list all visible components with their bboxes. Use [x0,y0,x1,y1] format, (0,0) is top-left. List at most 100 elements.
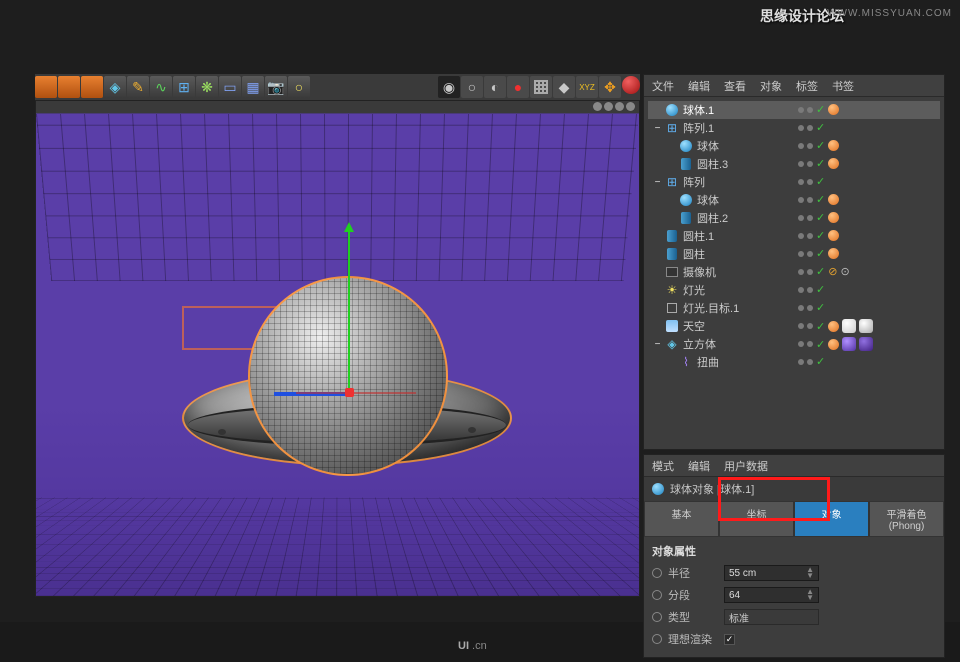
attribute-menu: 模式编辑用户数据 [644,455,944,477]
render-view-icon[interactable]: ◉ [438,76,460,98]
prop-radio-icon[interactable] [652,612,662,622]
viewport-nav-icons[interactable] [593,102,635,111]
tree-row-2[interactable]: 球体✓ [648,137,940,155]
arrows-icon[interactable]: ✥ [599,76,621,98]
bend-icon: ⌇ [679,355,693,369]
tree-toggle-icon[interactable] [652,285,663,296]
tree-toggle-icon[interactable] [652,105,663,116]
tree-row-10[interactable]: ☀灯光✓ [648,281,940,299]
deformer-icon[interactable]: ▭ [219,76,241,98]
plane-icon[interactable]: ▦ [242,76,264,98]
tree-row-0[interactable]: 球体.1 ✓ [648,101,940,119]
tree-item-tags[interactable]: ✓ [798,355,825,368]
timeline2-icon[interactable] [58,76,80,98]
prop-checkbox-3[interactable]: ✓ [724,634,735,645]
record-icon[interactable]: ● [507,76,529,98]
tree-row-1[interactable]: −⊞阵列.1✓ [648,119,940,137]
tree-toggle-icon[interactable] [666,159,677,170]
gizmo-origin[interactable] [345,388,354,397]
tree-item-tags[interactable]: ✓ [798,211,839,224]
objmgr-menu-1[interactable]: 编辑 [688,78,710,94]
perspective-viewport[interactable] [36,114,639,596]
attr-menu-0[interactable]: 模式 [652,458,674,474]
tree-toggle-icon[interactable] [666,195,677,206]
tree-item-tags[interactable]: ✓ [798,139,839,152]
timeline3-icon[interactable] [81,76,103,98]
tree-toggle-icon[interactable] [666,141,677,152]
nurbs-icon[interactable]: ⊞ [173,76,195,98]
tree-toggle-icon[interactable] [666,357,677,368]
tree-toggle-icon[interactable]: − [652,339,663,350]
array2-icon[interactable]: ❋ [196,76,218,98]
tree-row-6[interactable]: 圆柱.2✓ [648,209,940,227]
redball-icon[interactable] [622,76,640,94]
objmgr-menu-4[interactable]: 标签 [796,78,818,94]
objmgr-menu-5[interactable]: 书签 [832,78,854,94]
cyl-icon [665,247,679,261]
tree-row-11[interactable]: 灯光.目标.1✓ [648,299,940,317]
render-settings-icon[interactable]: ◐ [484,76,506,98]
tree-item-tags[interactable]: ✓ [798,229,839,242]
scene-object-ufo[interactable] [206,284,496,564]
tree-toggle-icon[interactable] [652,321,663,332]
attr-tab-0[interactable]: 基本 [644,501,719,537]
prop-radio-icon[interactable] [652,568,662,578]
camera-icon[interactable]: 📷 [265,76,287,98]
tree-row-13[interactable]: −◈立方体✓ [648,335,940,353]
prop-select-2[interactable]: 标准 [724,609,819,625]
tree-item-tags[interactable]: ✓ [798,283,825,296]
tree-item-tags[interactable]: ✓ [798,319,873,333]
prop-input-1[interactable]: 64▲▼ [724,587,819,603]
attr-menu-2[interactable]: 用户数据 [724,458,768,474]
objmgr-menu-0[interactable]: 文件 [652,78,674,94]
tree-row-3[interactable]: 圆柱.3✓ [648,155,940,173]
tree-row-4[interactable]: −⊞阵列✓ [648,173,940,191]
tree-item-tags[interactable]: ✓ [798,121,825,134]
tree-item-tags[interactable]: ✓ [798,103,839,116]
tree-toggle-icon[interactable]: − [652,123,663,134]
tree-item-tags[interactable]: ✓ [798,193,839,206]
attr-tab-1[interactable]: 坐标 [719,501,794,537]
tree-item-tags[interactable]: ✓ [798,247,839,260]
tree-row-12[interactable]: 天空✓ [648,317,940,335]
tree-row-7[interactable]: 圆柱.1✓ [648,227,940,245]
tree-row-14[interactable]: ⌇扭曲✓ [648,353,940,371]
footer-logo: UI .cn [458,640,487,652]
tree-item-tags[interactable]: ✓ [798,175,825,188]
grid-icon[interactable] [530,76,552,98]
tree-item-tags[interactable]: ✓⊘⊙ [798,265,850,278]
tree-toggle-icon[interactable] [652,303,663,314]
prop-input-0[interactable]: 55 cm▲▼ [724,565,819,581]
tree-toggle-icon[interactable] [652,267,663,278]
tree-row-9[interactable]: 摄像机✓⊘⊙ [648,263,940,281]
objmgr-menu-2[interactable]: 查看 [724,78,746,94]
tree-row-5[interactable]: 球体✓ [648,191,940,209]
tree-toggle-icon[interactable]: − [652,177,663,188]
tree-item-tags[interactable]: ✓ [798,337,873,351]
object-tree[interactable]: 球体.1✓−⊞阵列.1✓球体✓圆柱.3✓−⊞阵列✓球体✓圆柱.2✓圆柱.1✓圆柱… [644,97,944,377]
xyz-icon[interactable]: XYZ [576,76,598,98]
tree-toggle-icon[interactable] [666,213,677,224]
tree-toggle-icon[interactable] [652,249,663,260]
light-icon[interactable]: ○ [288,76,310,98]
spline-icon[interactable]: ∿ [150,76,172,98]
pen-icon[interactable]: ✎ [127,76,149,98]
prop-radio-icon[interactable] [652,634,662,644]
attribute-title-text: 球体对象 [球体.1] [670,481,754,497]
attr-tab-3[interactable]: 平滑着色(Phong) [869,501,944,537]
objmgr-menu-3[interactable]: 对象 [760,78,782,94]
gizmo-x-axis[interactable] [296,392,416,394]
timeline-icon[interactable] [35,76,57,98]
tree-row-8[interactable]: 圆柱✓ [648,245,940,263]
prop-radio-icon[interactable] [652,590,662,600]
render-active-icon[interactable]: ○ [461,76,483,98]
gizmo-y-axis[interactable] [348,224,350,394]
tree-item-label: 球体.1 [683,102,714,118]
tree-item-tags[interactable]: ✓ [798,157,839,170]
snap-icon[interactable]: ◆ [553,76,575,98]
tree-item-tags[interactable]: ✓ [798,301,825,314]
tree-toggle-icon[interactable] [652,231,663,242]
attr-tab-2[interactable]: 对象 [794,501,869,537]
cube-icon[interactable]: ◈ [104,76,126,98]
attr-menu-1[interactable]: 编辑 [688,458,710,474]
